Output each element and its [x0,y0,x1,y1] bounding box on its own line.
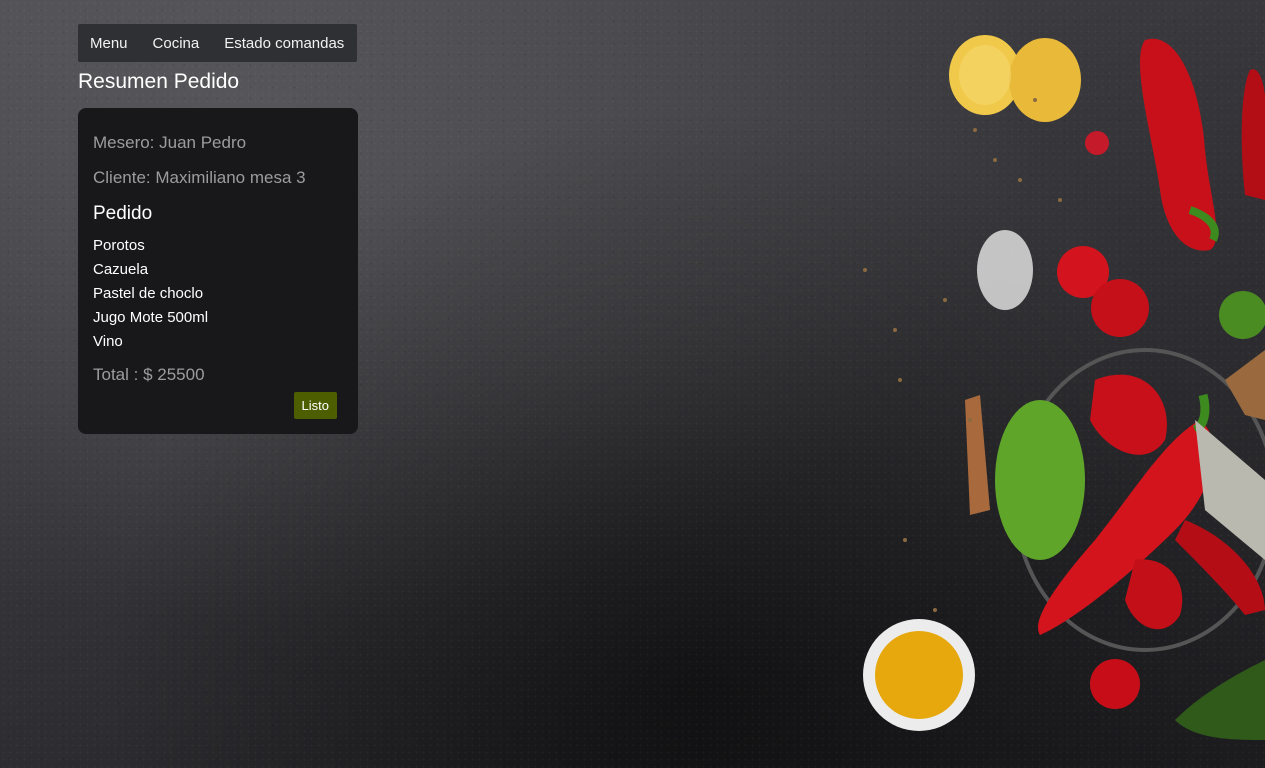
waiter-label: Mesero: Juan Pedro [93,133,247,152]
radish-icon [1085,131,1109,155]
page-title: Resumen Pedido [78,70,240,93]
zucchini-icon [1175,660,1265,740]
order-heading: Pedido [93,203,153,224]
nav-menu[interactable]: Menu [90,35,128,52]
order-items-list: Porotos Cazuela Pastel de choclo Jugo Mo… [93,234,344,354]
nav-cocina[interactable]: Cocina [153,35,200,52]
red-pepper-icon [1140,38,1265,251]
lettuce-icon [995,400,1085,560]
order-total: Total : $ 25500 [93,365,205,384]
order-item: Jugo Mote 500ml [93,309,209,326]
oil-bowl-icon [863,619,975,731]
ready-button[interactable]: Listo [293,392,337,419]
knife-icon [1195,350,1265,560]
order-summary-card: Mesero: Juan Pedro Cliente: Maximiliano … [78,108,358,434]
vegetables-decoration-image [863,35,1265,740]
order-item: Vino [93,333,123,350]
top-nav: Menu Cocina Estado comandas [78,24,357,62]
order-item: Cazuela [93,261,149,278]
order-item: Porotos [93,237,145,254]
salt-icon [977,230,1033,310]
order-item: Pastel de choclo [93,285,204,302]
corn-icon [949,35,1081,122]
nav-estado-comandas[interactable]: Estado comandas [224,35,344,52]
client-label: Cliente: Maximiliano mesa 3 [93,168,306,187]
